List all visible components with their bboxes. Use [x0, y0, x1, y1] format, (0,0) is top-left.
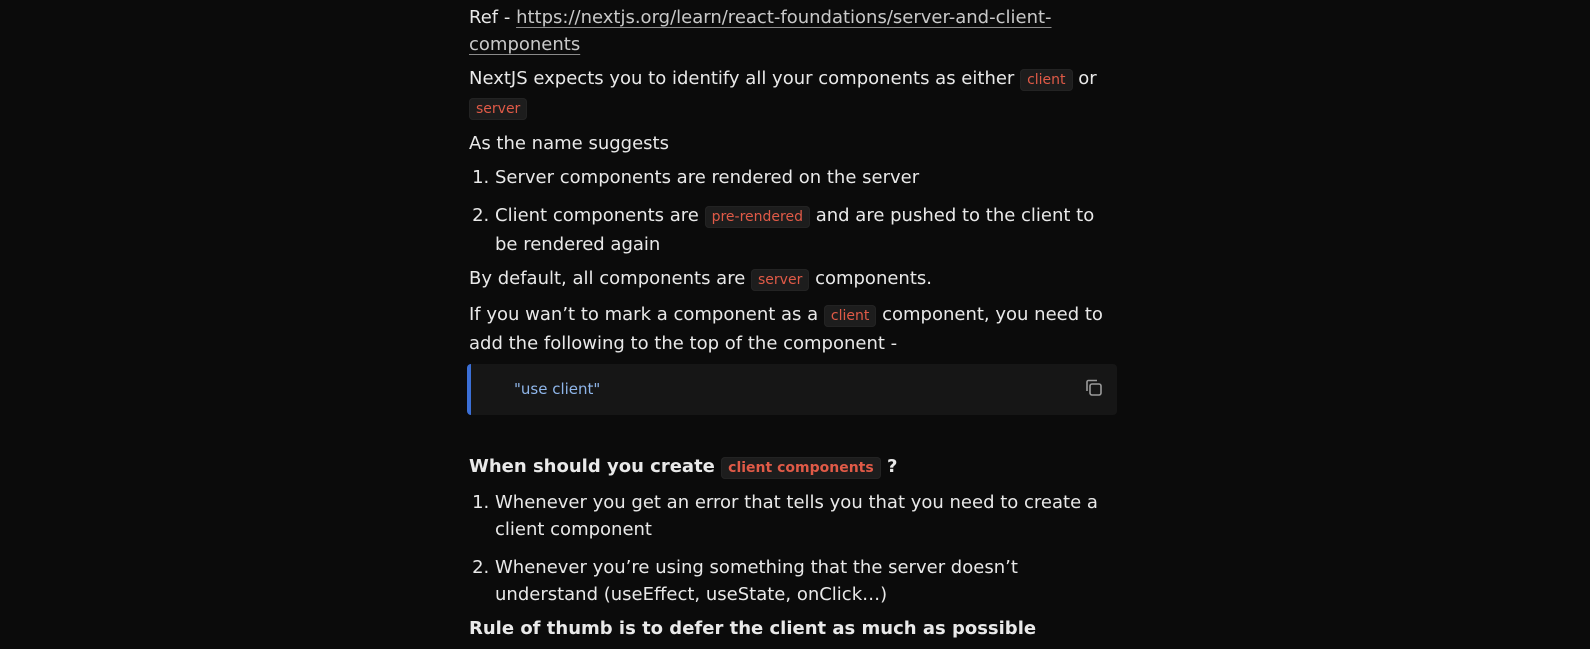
intro-paragraph: NextJS expects you to identify all your … [469, 65, 1111, 123]
list-item-text: Server components are rendered on the se… [495, 167, 920, 188]
list-item-text: Whenever you get an error that tells you… [495, 492, 1098, 540]
ref-link[interactable]: https://nextjs.org/learn/react-foundatio… [469, 7, 1052, 55]
section-heading: When should you create client components… [469, 453, 1111, 482]
inline-code-client: client [1020, 69, 1073, 91]
inline-code-client-components: client components [721, 457, 881, 479]
list-item-text: Client components are [495, 205, 705, 226]
copy-icon[interactable] [1083, 377, 1105, 399]
code-block: "use client" [467, 364, 1117, 415]
render-list: Server components are rendered on the se… [469, 164, 1111, 258]
heading-text: When should you create [469, 456, 722, 477]
heading-text-after: ? [880, 456, 898, 477]
default-text: By default, all components are [469, 268, 752, 289]
ref-prefix: Ref - [469, 7, 517, 28]
list-item: Whenever you’re using something that the… [495, 554, 1111, 608]
ref-line: Ref - https://nextjs.org/learn/react-fou… [469, 4, 1111, 58]
list-item: Client components are pre-rendered and a… [495, 202, 1111, 258]
when-list: Whenever you get an error that tells you… [469, 489, 1111, 608]
default-paragraph: By default, all components are server co… [469, 265, 1111, 294]
inline-code-pre-rendered: pre-rendered [704, 206, 810, 228]
mark-client-paragraph: If you wan’t to mark a component as a cl… [469, 301, 1111, 357]
inline-code-server: server [469, 98, 528, 120]
mark-text: If you wan’t to mark a component as a [469, 304, 824, 325]
default-text-after: components. [809, 268, 932, 289]
list-item: Whenever you get an error that tells you… [495, 489, 1111, 543]
intro-text: NextJS expects you to identify all your … [469, 68, 1021, 89]
rule-of-thumb: Rule of thumb is to defer the client as … [469, 618, 1037, 639]
list-item-text: Whenever you’re using something that the… [495, 557, 1018, 605]
intro-or: or [1072, 68, 1097, 89]
inline-code-server: server [751, 269, 810, 291]
code-block-text: "use client" [514, 380, 601, 398]
article-content: Ref - https://nextjs.org/learn/react-fou… [467, 4, 1117, 649]
name-suggests-paragraph: As the name suggests [469, 133, 669, 154]
inline-code-client: client [823, 305, 877, 327]
list-item: Server components are rendered on the se… [495, 164, 1111, 191]
